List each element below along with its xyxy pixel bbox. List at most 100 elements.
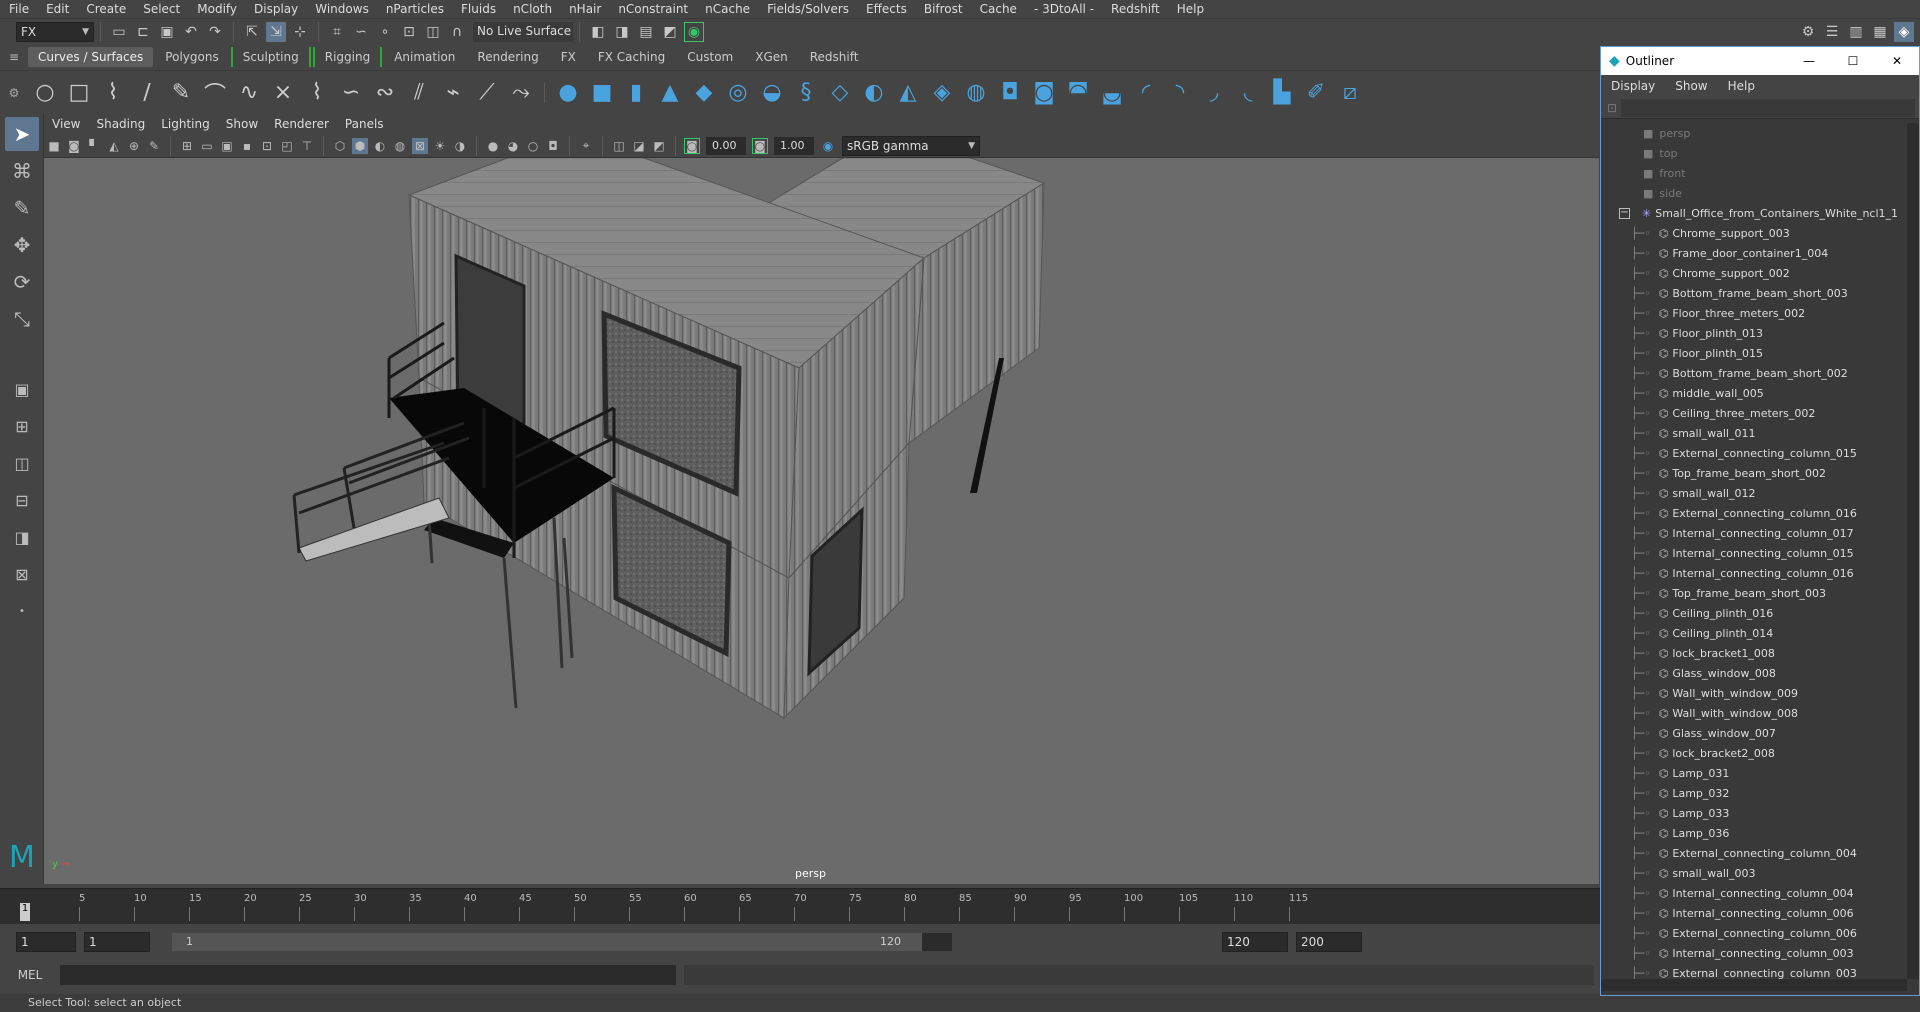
outliner-item[interactable]: ├─◦ ⌬ External_connecting_column_004: [1601, 843, 1907, 863]
planar-icon[interactable]: ◇: [823, 76, 857, 110]
anti-aliasing-icon[interactable]: ○: [525, 138, 541, 154]
shelf-tab[interactable]: Redshift: [800, 47, 869, 67]
shelf-tab[interactable]: Curves / Surfaces: [28, 47, 154, 67]
project-curve-icon[interactable]: ◚: [1061, 76, 1095, 110]
rebuild-curve-icon[interactable]: ⌁: [436, 76, 470, 110]
panel-menu-item[interactable]: Show: [218, 114, 266, 134]
playback-start-field[interactable]: 1: [84, 932, 150, 952]
outliner-item[interactable]: ├─◦ ⌬ Floor_plinth_013: [1601, 323, 1907, 343]
new-scene-icon[interactable]: ▭: [109, 22, 129, 42]
use-all-lights-icon[interactable]: ☀: [432, 138, 448, 154]
2d-pan-zoom-icon[interactable]: ⊕: [126, 138, 142, 154]
menu-item[interactable]: - 3DtoAll -: [1025, 0, 1102, 18]
extrude-icon[interactable]: ◐: [857, 76, 891, 110]
outliner-item[interactable]: ├─◦ ⌬ Top_frame_beam_short_002: [1601, 463, 1907, 483]
extend-curve-icon[interactable]: ∾: [368, 76, 402, 110]
shelf-tab[interactable]: FX: [551, 47, 586, 67]
outliner-item[interactable]: ├─◦ ⌬ External_connecting_column_006: [1601, 923, 1907, 943]
menu-item[interactable]: nCache: [696, 0, 758, 18]
screen-space-ao-icon[interactable]: ●: [485, 138, 501, 154]
outliner-item[interactable]: ├─◦ ⌬ Glass_window_007: [1601, 723, 1907, 743]
tool-settings-icon[interactable]: ▦: [1870, 22, 1890, 42]
insert-knot-icon[interactable]: ∽: [334, 76, 368, 110]
persp-hypershade-layout-icon[interactable]: ◨: [5, 520, 39, 554]
outliner-item[interactable]: ├─◦ ⌬ Floor_three_meters_002: [1601, 303, 1907, 323]
filter-icon[interactable]: ⊡: [1607, 101, 1617, 115]
revolve-icon[interactable]: ◒: [755, 76, 789, 110]
safe-title-icon[interactable]: ⊤: [299, 138, 315, 154]
outliner-item[interactable]: ├─◦ ⌬ External_connecting_column_015: [1601, 443, 1907, 463]
viewport-persp[interactable]: y → persp: [44, 158, 1599, 884]
snap-surface-icon[interactable]: ◫: [423, 22, 443, 42]
bookmark-icon[interactable]: ▘: [86, 138, 102, 154]
outliner-item[interactable]: ├─◦ ⌬ small_wall_011: [1601, 423, 1907, 443]
nurbs-square-icon[interactable]: □: [62, 76, 96, 110]
outliner-item[interactable]: ├─◦ ⌬ Lamp_031: [1601, 763, 1907, 783]
field-chart-icon[interactable]: ⊡: [259, 138, 275, 154]
xray-joints-icon[interactable]: ◪: [631, 138, 647, 154]
outliner-item[interactable]: ├─◦ ⌬ Internal_connecting_column_006: [1601, 903, 1907, 923]
safe-action-icon[interactable]: ◰: [279, 138, 295, 154]
current-frame-marker[interactable]: 1: [20, 903, 30, 921]
move-tool-icon[interactable]: ✥: [5, 228, 39, 262]
time-slider[interactable]: 5 10 15 20 25 30 35 40 45 50 55 60 65 70 75 80 85 90 95 100…: [0, 888, 1600, 924]
outliner-camera-item[interactable]: ■ front: [1601, 163, 1907, 183]
bezier-curve-icon[interactable]: ∿: [232, 76, 266, 110]
offset-curve-icon[interactable]: ⫽: [402, 76, 436, 110]
minimize-icon[interactable]: —: [1787, 54, 1831, 68]
menu-item[interactable]: nHair: [560, 0, 609, 18]
menu-item[interactable]: Help: [1168, 0, 1212, 18]
outliner-item[interactable]: ├─◦ ⌬ lock_bracket2_008: [1601, 743, 1907, 763]
rotate-tool-icon[interactable]: ⟳: [5, 265, 39, 299]
playback-end-field[interactable]: 120: [1222, 932, 1288, 952]
exposure-icon[interactable]: ◙: [684, 137, 700, 154]
range-handle[interactable]: [172, 933, 922, 951]
shelf-settings-icon[interactable]: ⚙: [0, 86, 28, 100]
outliner-item[interactable]: ├─◦ ⌬ External_connecting_column_016: [1601, 503, 1907, 523]
attribute-editor-icon[interactable]: ▥: [1846, 22, 1866, 42]
nurbs-sphere-icon[interactable]: ●: [551, 76, 585, 110]
menu-item[interactable]: Effects: [857, 0, 915, 18]
save-scene-icon[interactable]: ▣: [157, 22, 177, 42]
wireframe-icon[interactable]: ⬡: [332, 138, 348, 154]
shelf-tab[interactable]: Polygons: [155, 47, 228, 67]
panel-menu-item[interactable]: Renderer: [266, 114, 337, 134]
camera-attributes-icon[interactable]: ◙: [66, 138, 82, 154]
select-component-icon[interactable]: ⊹: [290, 22, 310, 42]
menu-item[interactable]: Cache: [971, 0, 1025, 18]
bevel-plus-icon[interactable]: ◈: [925, 76, 959, 110]
select-tool-icon[interactable]: ➤: [5, 117, 39, 151]
shelf-tab[interactable]: Rigging: [312, 47, 383, 67]
container-office-model[interactable]: [44, 158, 1599, 884]
gate-mask-icon[interactable]: ▪: [239, 138, 255, 154]
single-perspective-layout-icon[interactable]: ▣: [5, 372, 39, 406]
outliner-group-item[interactable]: − ✳ Small_Office_from_Containers_White_ncl…: [1601, 203, 1907, 223]
xray-icon[interactable]: ◫: [611, 138, 627, 154]
range-bar[interactable]: 1 120: [172, 933, 952, 951]
snap-point-icon[interactable]: ∘: [375, 22, 395, 42]
outliner-horizontal-scrollbar[interactable]: [1601, 979, 1907, 991]
menu-item[interactable]: Bifrost: [915, 0, 971, 18]
film-gate-icon[interactable]: ▭: [199, 138, 215, 154]
outliner-item[interactable]: ├─◦ ⌬ Ceiling_plinth_014: [1601, 623, 1907, 643]
open-close-icon[interactable]: ▙: [1265, 76, 1299, 110]
persp-uv-layout-icon[interactable]: ⊠: [5, 557, 39, 591]
outliner-item[interactable]: ├─◦ ⌬ Wall_with_window_008: [1601, 703, 1907, 723]
snap-grid-icon[interactable]: ⌗: [327, 22, 347, 42]
outliner-item[interactable]: ├─◦ ⌬ Floor_plinth_015: [1601, 343, 1907, 363]
panel-menu-item[interactable]: View: [44, 114, 88, 134]
scale-tool-icon[interactable]: ⤡: [5, 302, 39, 336]
intersect-icon[interactable]: ◙: [1027, 76, 1061, 110]
textured-icon[interactable]: ⊠: [412, 137, 428, 154]
redo-icon[interactable]: ↷: [205, 22, 225, 42]
outliner-item[interactable]: ├─◦ ⌬ Chrome_support_003: [1601, 223, 1907, 243]
align-surfaces-icon[interactable]: ◟: [1231, 76, 1265, 110]
shelf-tab[interactable]: Sculpting: [230, 47, 311, 67]
depth-of-field-icon[interactable]: ◘: [545, 138, 561, 154]
magnet-icon[interactable]: ∩: [447, 22, 467, 42]
outliner-camera-item[interactable]: ■ side: [1601, 183, 1907, 203]
outliner-item[interactable]: ├─◦ ⌬ Lamp_033: [1601, 803, 1907, 823]
undo-icon[interactable]: ↶: [181, 22, 201, 42]
curve-editing-icon[interactable]: ⤳: [504, 76, 538, 110]
detach-curves-icon[interactable]: ⌇: [300, 76, 334, 110]
